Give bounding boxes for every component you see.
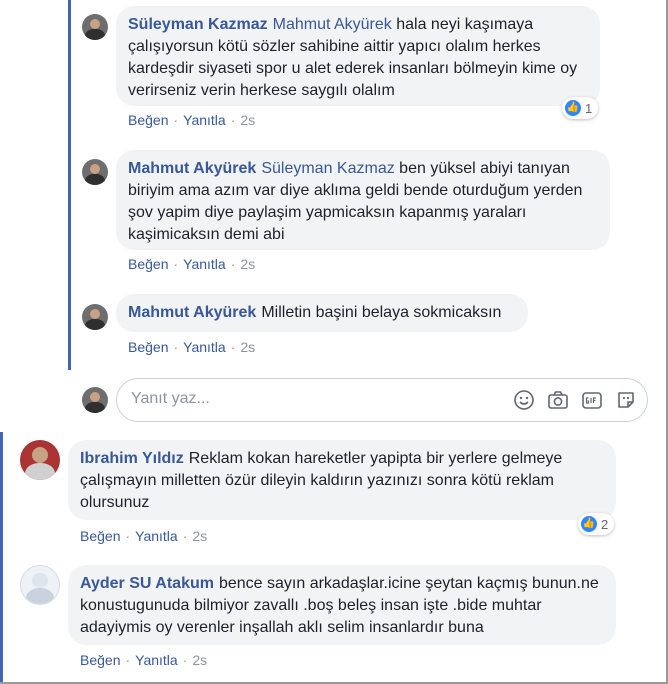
reply-link[interactable]: Yanıtla (135, 528, 178, 544)
emoji-icon[interactable] (513, 389, 535, 411)
comment-bubble: Ibrahim Yıldız Reklam kokan hareketler ya… (68, 440, 616, 520)
avatar[interactable] (82, 14, 108, 40)
comment-author[interactable]: Ayder SU Atakum (80, 575, 214, 592)
timestamp[interactable]: 2s (240, 339, 255, 355)
avatar[interactable] (82, 304, 108, 330)
timestamp[interactable]: 2s (240, 256, 255, 272)
avatar[interactable] (20, 440, 60, 480)
comment-author[interactable]: Ibrahim Yıldız (80, 450, 184, 467)
like-reaction-icon: 👍 (565, 100, 581, 116)
comment-author[interactable]: Süleyman Kazmaz (128, 16, 268, 33)
comment-mention[interactable]: Mahmut Akyürek (273, 16, 392, 33)
like-link[interactable]: Beğen (128, 339, 168, 355)
comment-actions: Beğen · Yanıtla · 2s (128, 339, 256, 355)
reaction-count[interactable]: 👍 1 (562, 97, 599, 119)
like-link[interactable]: Beğen (80, 528, 120, 544)
like-link[interactable]: Beğen (128, 256, 168, 272)
camera-icon[interactable] (547, 389, 569, 411)
comment-text: Milletin başini belaya sokmicaksın (261, 304, 502, 321)
comment-actions: Beğen · Yanıtla · 2s (80, 528, 208, 544)
reply-link[interactable]: Yanıtla (135, 652, 178, 668)
timestamp[interactable]: 2s (192, 528, 207, 544)
comment-bubble: Ayder SU Atakum bence sayın arkadaşlar.ic… (68, 565, 616, 645)
reply-link[interactable]: Yanıtla (183, 112, 226, 128)
comment-mention[interactable]: Süleyman Kazmaz (261, 160, 394, 177)
comment-actions: Beğen · Yanıtla · 2s (80, 652, 208, 668)
comment-author[interactable]: Mahmut Akyürek (128, 160, 256, 177)
comment-bubble: Süleyman Kazmaz Mahmut Akyürek hala neyi … (116, 6, 600, 106)
avatar[interactable] (82, 159, 108, 185)
reaction-number: 2 (601, 516, 609, 532)
sticker-icon[interactable] (615, 389, 637, 411)
comment-bubble: Mahmut Akyürek Milletin başini belaya sok… (116, 294, 528, 332)
comment-thread-line (0, 432, 3, 684)
comment-author[interactable]: Mahmut Akyürek (128, 304, 256, 321)
timestamp[interactable]: 2s (192, 652, 207, 668)
reply-thread-line (68, 0, 71, 370)
like-reaction-icon: 👍 (581, 516, 597, 532)
reaction-number: 1 (585, 100, 593, 116)
timestamp[interactable]: 2s (240, 112, 255, 128)
comment-actions: Beğen · Yanıtla · 2s (128, 112, 256, 128)
reaction-count[interactable]: 👍 2 (578, 513, 615, 535)
like-link[interactable]: Beğen (128, 112, 168, 128)
avatar[interactable] (20, 565, 60, 605)
reply-input[interactable]: Yanıt yaz... (116, 378, 648, 422)
current-user-avatar (82, 387, 108, 413)
reply-toolbar (513, 389, 637, 411)
like-link[interactable]: Beğen (80, 652, 120, 668)
comment-bubble: Mahmut Akyürek Süleyman Kazmaz ben yüksel… (116, 150, 610, 250)
reply-placeholder: Yanıt yaz... (131, 390, 210, 407)
comment-actions: Beğen · Yanıtla · 2s (128, 256, 256, 272)
reply-link[interactable]: Yanıtla (183, 339, 226, 355)
gif-icon[interactable] (581, 389, 603, 411)
reply-link[interactable]: Yanıtla (183, 256, 226, 272)
